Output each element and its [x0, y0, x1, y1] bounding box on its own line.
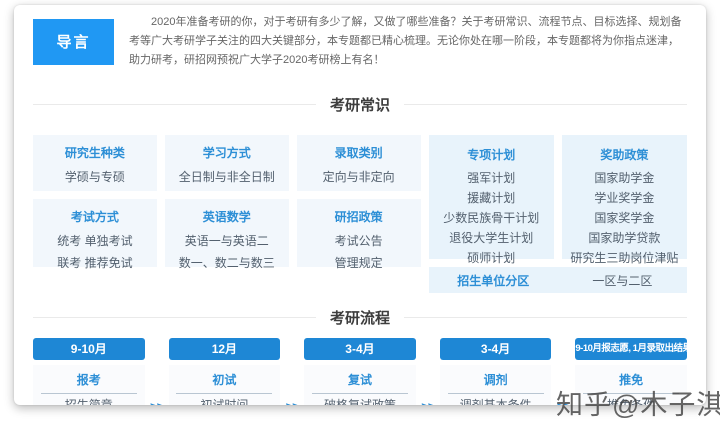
flow-timeline: 9-10月报考招生简章报考条件>>12月初试初试时间初试科目>>3-4月复试破格…	[33, 338, 692, 406]
flow-stage-title[interactable]: 推免	[583, 365, 680, 394]
flow-column-body: 调剂调剂基本条件调剂常见问题	[439, 365, 552, 405]
flow-item-link[interactable]: 推免条件	[575, 394, 687, 405]
knowledge-card: 学习方式全日制与非全日制	[164, 135, 289, 191]
flow-month-header[interactable]: 9-10月报志愿, 1月录取出结果	[575, 338, 692, 360]
admission-zone-title[interactable]: 招生单位分区	[429, 272, 558, 289]
flow-column-body: 报考招生简章报考条件	[33, 365, 145, 405]
intro-badge: 导言	[33, 18, 114, 65]
knowledge-card-title[interactable]: 录取类别	[297, 144, 421, 161]
intro-text: 2020年准备考研的你，对于考研有多少了解，又做了哪些准备？关于考研常识、流程节…	[129, 16, 682, 66]
admission-zone-value[interactable]: 一区与二区	[558, 272, 687, 289]
knowledge-card-item[interactable]: 国家奖学金	[562, 208, 687, 228]
flow-separator-icon: >>	[416, 338, 440, 406]
knowledge-card-item[interactable]: 管理规定	[297, 252, 421, 274]
flow-column-body: 推免推免条件申请流程	[575, 365, 687, 405]
knowledge-card-item[interactable]: 全日制与非全日制	[165, 166, 289, 188]
knowledge-right-cards: 专项计划 强军计划 援藏计划 少数民族骨干计划 退役大学生计划 硕师计划 奖助政策 国家助学金…	[428, 135, 687, 293]
knowledge-card: 考试方式 统考 单独考试 联考 推荐免试	[33, 199, 157, 270]
knowledge-left-cards: 研究生种类学硕与专硕 学习方式全日制与非全日制 录取类别定向与非定向考试方式统考 单…	[33, 135, 421, 293]
knowledge-card-item[interactable]: 英语一与英语二	[165, 230, 289, 252]
knowledge-card-item[interactable]: 少数民族骨干计划	[429, 208, 554, 228]
knowledge-card: 英语数学 英语一与英语二 数一、数二与数三	[164, 199, 289, 270]
flow-column: 3-4月调剂调剂基本条件调剂常见问题	[439, 338, 552, 405]
knowledge-card-item[interactable]: 援藏计划	[429, 188, 554, 208]
knowledge-card-title[interactable]: 英语数学	[165, 208, 289, 225]
flow-month-header[interactable]: 9-10月	[33, 338, 145, 360]
flow-separator-icon: >>	[280, 338, 304, 406]
flow-column: 12月初试初试时间初试科目	[168, 338, 281, 405]
knowledge-card-item[interactable]: 硕师计划	[429, 248, 554, 268]
flow-month-header[interactable]: 3-4月	[304, 338, 416, 360]
page: 导言 2020年准备考研的你，对于考研有多少了解，又做了哪些准备？关于考研常识、…	[0, 0, 720, 424]
knowledge-card-item[interactable]: 联考 推荐免试	[33, 252, 157, 274]
knowledge-card-item[interactable]: 学硕与专硕	[33, 166, 157, 188]
knowledge-grid: 研究生种类学硕与专硕 学习方式全日制与非全日制 录取类别定向与非定向考试方式统考 单…	[33, 135, 687, 293]
flow-item-link[interactable]: 初试时间	[169, 394, 281, 405]
knowledge-card-item[interactable]: 研究生三助岗位津贴	[562, 248, 687, 268]
knowledge-card-item[interactable]: 数一、数二与数三	[165, 252, 289, 274]
flow-stage-title[interactable]: 报考	[40, 365, 137, 394]
flow-item-link[interactable]: 招生简章	[33, 394, 145, 405]
flow-column: 3-4月复试破格复试政策加分及照顾政策	[304, 338, 416, 405]
knowledge-card-title[interactable]: 研究生种类	[33, 144, 157, 161]
knowledge-card-item[interactable]: 学业奖学金	[562, 188, 687, 208]
flow-month-header[interactable]: 12月	[168, 338, 281, 360]
flow-month-header[interactable]: 3-4月	[439, 338, 552, 360]
flow-column-body: 复试破格复试政策加分及照顾政策	[304, 365, 416, 405]
section-title-knowledge-label: 考研常识	[330, 97, 391, 114]
section-title-flow-label: 考研流程	[330, 310, 391, 327]
flow-column: 9-10月报考招生简章报考条件	[33, 338, 145, 405]
knowledge-card-item[interactable]: 国家助学贷款	[562, 228, 687, 248]
flow-separator-icon: >>	[145, 338, 169, 406]
flow-item-link[interactable]: 破格复试政策	[304, 394, 416, 405]
knowledge-card: 录取类别定向与非定向	[296, 135, 421, 191]
knowledge-card-item[interactable]: 强军计划	[429, 168, 554, 188]
knowledge-card-title[interactable]: 专项计划	[429, 146, 554, 163]
section-title-knowledge: 考研常识	[33, 94, 687, 115]
knowledge-card: 研究生种类学硕与专硕	[33, 135, 157, 191]
admission-zone-card: 招生单位分区 一区与二区	[428, 267, 687, 293]
knowledge-card-title[interactable]: 研招政策	[297, 208, 421, 225]
knowledge-card-item[interactable]: 统考 单独考试	[33, 230, 157, 252]
knowledge-card-item[interactable]: 定向与非定向	[297, 166, 421, 188]
flow-column: 9-10月报志愿, 1月录取出结果推免推免条件申请流程	[575, 338, 692, 405]
knowledge-card-item[interactable]: 退役大学生计划	[429, 228, 554, 248]
knowledge-card-item[interactable]: 考试公告	[297, 230, 421, 252]
flow-column-body: 初试初试时间初试科目	[168, 365, 281, 405]
knowledge-card-title[interactable]: 奖助政策	[562, 146, 687, 163]
flow-stage-title[interactable]: 复试	[312, 365, 408, 394]
section-title-flow: 考研流程	[33, 307, 687, 328]
knowledge-card-title[interactable]: 学习方式	[165, 144, 289, 161]
knowledge-card: 研招政策 考试公告 管理规定	[296, 199, 421, 270]
knowledge-card: 奖助政策国家助学金 学业奖学金 国家奖学金 国家助学贷款 研究生三助岗位津贴	[561, 135, 687, 265]
knowledge-card: 专项计划强军计划 援藏计划 少数民族骨干计划 退役大学生计划 硕师计划	[428, 135, 554, 265]
flow-stage-title[interactable]: 调剂	[447, 365, 544, 394]
content-panel: 导言 2020年准备考研的你，对于考研有多少了解，又做了哪些准备？关于考研常识、…	[14, 5, 706, 405]
intro-section: 导言 2020年准备考研的你，对于考研有多少了解，又做了哪些准备？关于考研常识、…	[33, 13, 687, 70]
knowledge-card-item[interactable]: 国家助学金	[562, 168, 687, 188]
knowledge-card-title[interactable]: 考试方式	[33, 208, 157, 225]
flow-stage-title[interactable]: 初试	[176, 365, 273, 394]
flow-item-link[interactable]: 调剂基本条件	[440, 394, 552, 405]
flow-separator-icon: >>	[551, 338, 575, 406]
